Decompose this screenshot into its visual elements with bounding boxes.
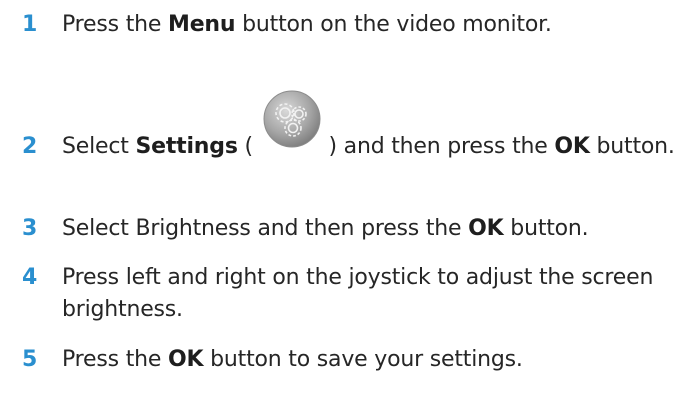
step-number: 3 (22, 216, 38, 241)
step-text-part: Select Brightness and then press the (62, 216, 469, 241)
step-text-part: button. (589, 134, 675, 159)
step-number: 4 (22, 265, 38, 290)
step-text-part: Press left and right on the joystick to … (62, 265, 654, 322)
step-text-part: Press the (62, 12, 168, 37)
step-text: Select Settings ( ) and then press the O… (62, 90, 682, 163)
step-number: 2 (22, 134, 38, 159)
step-text: Press the OK button to save your setting… (62, 344, 682, 376)
step-text: Press the Menu button on the video monit… (62, 9, 682, 41)
ok-button-label: OK (554, 134, 590, 159)
step-text-part: button on the video monitor. (235, 12, 552, 37)
step-text: Select Brightness and then press the OK … (62, 213, 682, 245)
step-text-part: button. (503, 216, 589, 241)
step-text-part: Press the (62, 347, 168, 372)
step-text: Press left and right on the joystick to … (62, 262, 662, 326)
step-text-part: ) and then press the (321, 134, 555, 159)
step-text-part: button to save your settings. (203, 347, 523, 372)
ok-button-label: OK (168, 347, 204, 372)
step-number: 1 (22, 12, 38, 37)
menu-button-label: Menu (168, 12, 236, 37)
settings-label: Settings (135, 134, 238, 159)
step-text-part: ( (237, 134, 260, 159)
step-number: 5 (22, 347, 38, 372)
ok-button-label: OK (468, 216, 504, 241)
step-text-part: Select (62, 134, 136, 159)
settings-gears-icon (260, 90, 322, 153)
